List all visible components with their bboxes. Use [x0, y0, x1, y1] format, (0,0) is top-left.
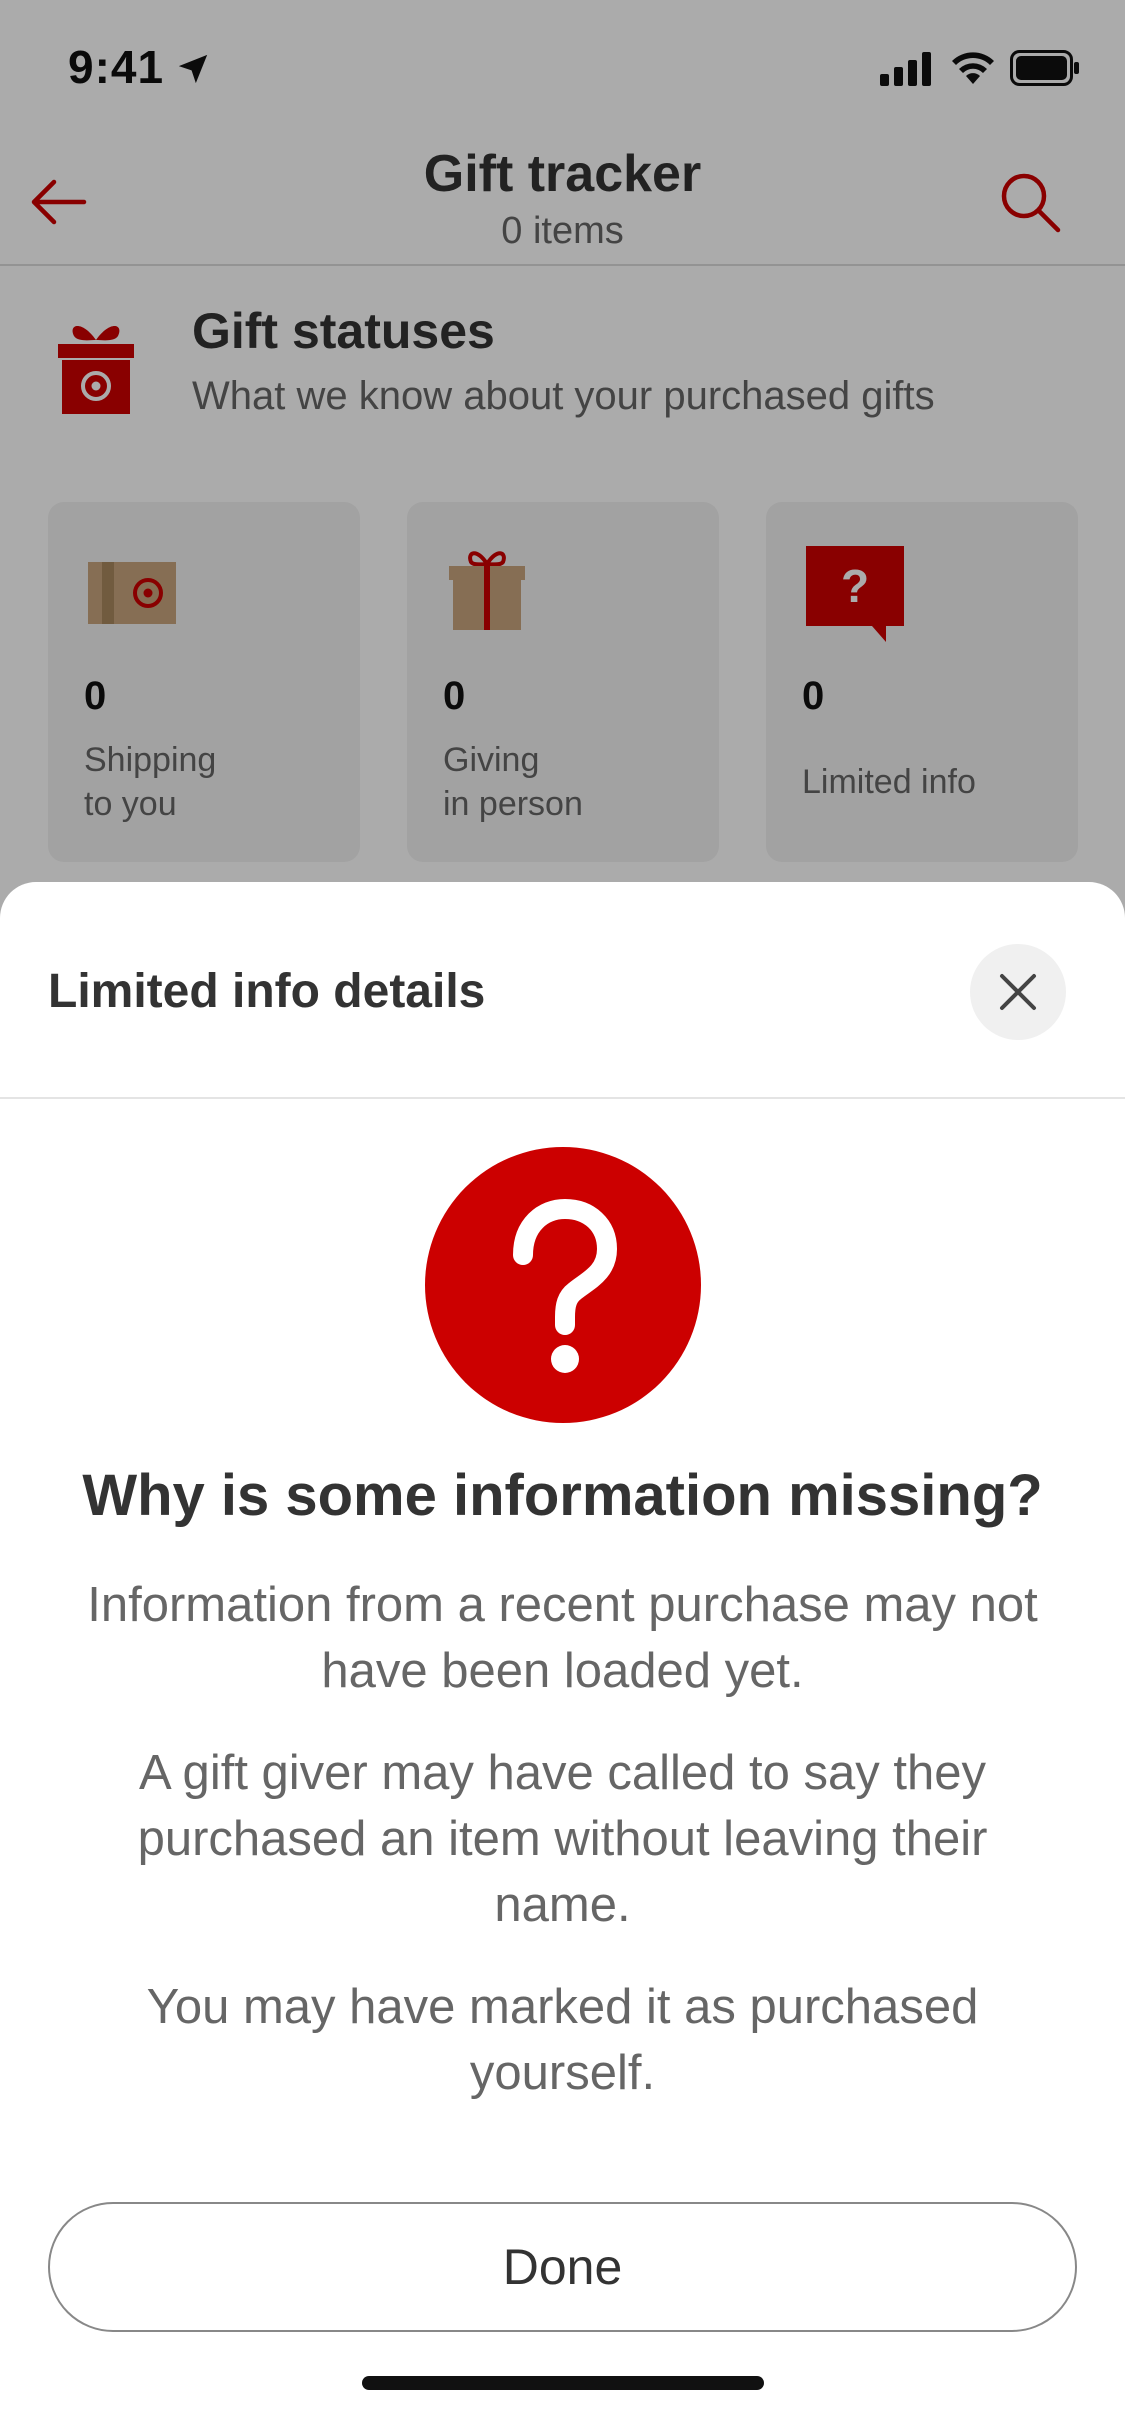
divider: [0, 1097, 1125, 1099]
done-button[interactable]: Done: [48, 2202, 1077, 2332]
sheet-title: Limited info details: [48, 965, 486, 1018]
info-paragraph-1: Information from a recent purchase may n…: [87, 1578, 1038, 1698]
home-indicator[interactable]: [362, 2376, 764, 2390]
close-icon: [1000, 974, 1036, 1010]
sheet-headline: Why is some information missing?: [82, 1463, 1043, 1528]
info-paragraph-2: A gift giver may have called to say they…: [137, 1746, 988, 1932]
bottom-sheet: Limited info details Why is some informa…: [0, 882, 1125, 2436]
close-button[interactable]: [970, 944, 1066, 1040]
info-paragraph-3: You may have marked it as purchased your…: [146, 1980, 979, 2100]
question-mark-icon: [425, 1147, 701, 1423]
